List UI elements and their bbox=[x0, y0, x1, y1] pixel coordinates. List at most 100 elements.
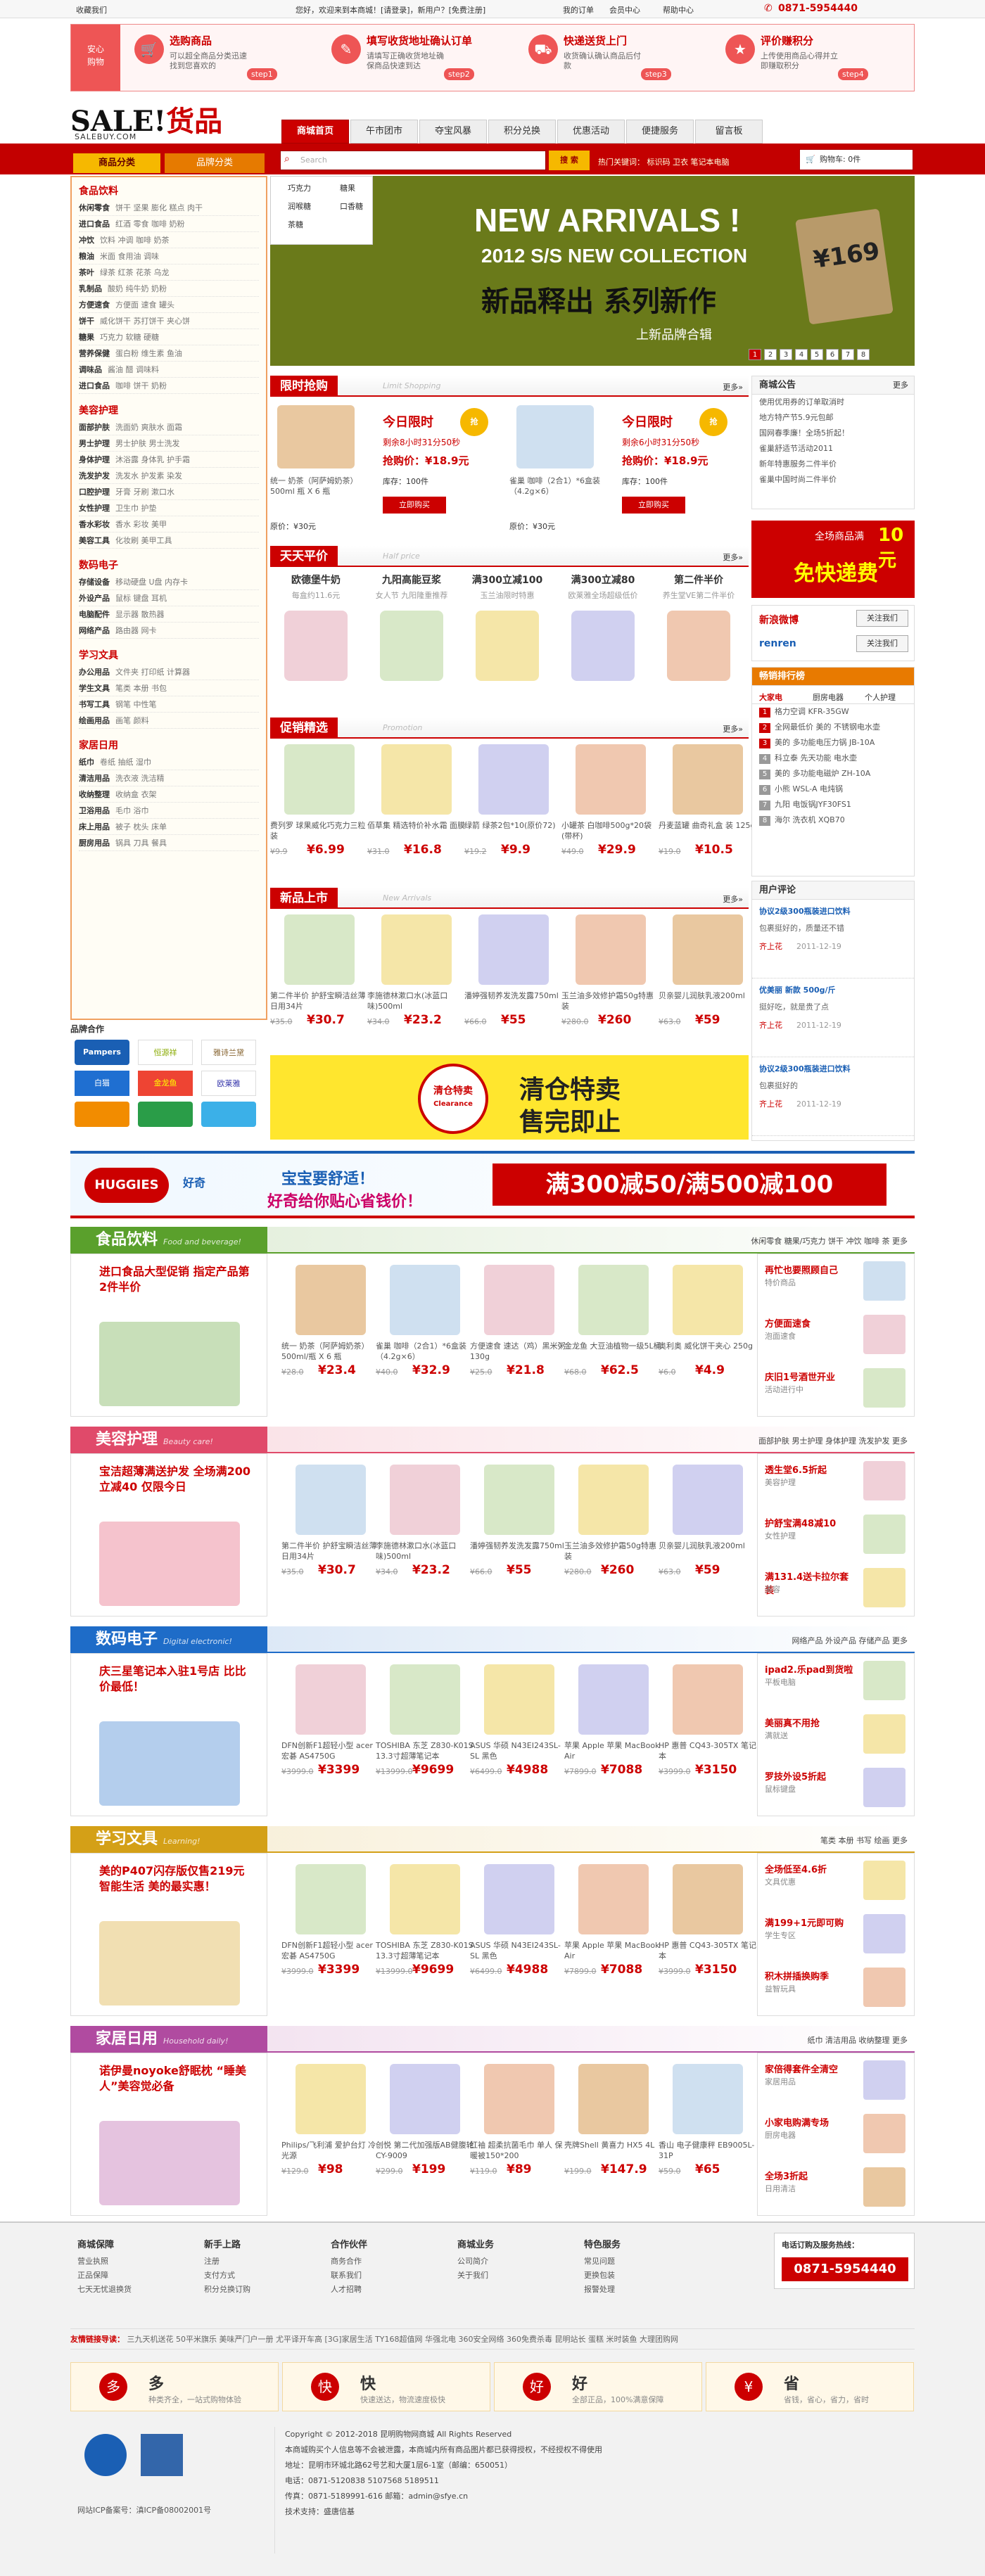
product-card[interactable]: 绿箭 绿茶2包*10(原价72) ¥19.2 ¥9.9 bbox=[464, 744, 563, 878]
product-image[interactable] bbox=[381, 744, 452, 815]
footer-link[interactable]: 积分兑换订购 bbox=[204, 2283, 317, 2297]
product-image[interactable] bbox=[576, 914, 646, 985]
side-promo[interactable]: 满199+1元即可购 学生专区 bbox=[765, 1911, 908, 1960]
category-row[interactable]: 书写工具 钢笔 中性笔 bbox=[79, 696, 259, 713]
brand-logo[interactable] bbox=[201, 1102, 256, 1127]
daily-deal[interactable]: 满300立减80 欧莱雅全场超级低价 bbox=[557, 570, 649, 710]
floor-tags[interactable]: 纸巾 清洁用品 收纳整理 更多 bbox=[808, 2034, 908, 2046]
notice-item[interactable]: 新年特惠服务二件半价 bbox=[752, 457, 914, 472]
category-row[interactable]: 床上用品 被子 枕头 床单 bbox=[79, 819, 259, 835]
product-image[interactable] bbox=[673, 2064, 743, 2134]
floor-promo[interactable]: 美的P407闪存版仅售219元 智能生活 美的最实惠！ bbox=[70, 1853, 267, 2016]
category-row[interactable]: 面部护肤 洗面奶 爽肤水 面霜 bbox=[79, 419, 259, 435]
product-image[interactable] bbox=[578, 1465, 649, 1535]
brand-logo[interactable]: 欧莱雅 bbox=[201, 1071, 256, 1096]
daily-deal[interactable]: 第二件半价 养生堂VE第二件半价 bbox=[653, 570, 744, 710]
side-promo[interactable]: 全场低至4.6折 文具优惠 bbox=[765, 1858, 908, 1907]
huggies-banner[interactable]: HUGGIES 好奇 宝宝要舒适！ 好奇给你贴心省钱价！ 满300减50/满50… bbox=[70, 1151, 915, 1218]
daily-deal[interactable]: 欧德堡牛奶 每盒约11.6元 bbox=[270, 570, 362, 710]
product-image[interactable] bbox=[673, 1864, 743, 1934]
ranking-item[interactable]: 7 九阳 电饭锅JYF30FS1 bbox=[752, 797, 914, 812]
product-card[interactable]: 丹麦蓝罐 曲奇礼盒 装 125g ¥19.0 ¥10.5 bbox=[659, 744, 757, 878]
banner-page-dot[interactable]: 5 bbox=[811, 349, 823, 360]
side-promo[interactable]: 小家电购满专场 厨房电器 bbox=[765, 2111, 908, 2160]
floor-tags[interactable]: 网络产品 外设产品 存储产品 更多 bbox=[792, 1635, 908, 1646]
product-card[interactable]: 苹果 Apple 苹果 MacBook Air ¥7899.0 ¥7088 bbox=[564, 1664, 663, 1798]
footer-link[interactable]: 正品保障 bbox=[77, 2269, 190, 2283]
brand-logo[interactable] bbox=[75, 1102, 129, 1127]
product-card[interactable]: HP 惠普 CQ43-305TX 笔记本 ¥3999.0 ¥3150 bbox=[659, 1664, 757, 1798]
product-card[interactable]: 玉兰油多效修护霜50g特惠装 ¥280.0 ¥260 bbox=[564, 1465, 663, 1598]
floor-title[interactable]: 食品饮料 Food and beverage! bbox=[70, 1227, 267, 1254]
daily-deal[interactable]: 满300立减100 玉兰油限时特惠 bbox=[462, 570, 553, 710]
follow-weibo-button[interactable]: 关注我们 bbox=[856, 610, 908, 627]
clearance-banner[interactable]: 清仓特卖 Clearance 清仓特卖 售完即止 bbox=[270, 1055, 749, 1140]
category-row[interactable]: 存储设备 移动硬盘 U盘 内存卡 bbox=[79, 574, 259, 590]
my-orders-link[interactable]: 我的订单 bbox=[563, 4, 594, 15]
footer-link[interactable]: 联系我们 bbox=[331, 2269, 443, 2283]
banner-page-dot[interactable]: 6 bbox=[826, 349, 839, 360]
product-card[interactable]: 统一 奶茶（阿萨姆奶茶）500ml/瓶 X 6 瓶 ¥28.0 ¥23.4 bbox=[281, 1265, 380, 1398]
side-promo[interactable]: 再忙也要照顾自己 特价商品 bbox=[765, 1258, 908, 1308]
notice-item[interactable]: 使用优用券的订单取消时 bbox=[752, 395, 914, 410]
free-shipping-banner[interactable]: 全场商品满 10元 免快递费 bbox=[751, 521, 915, 598]
ranking-item[interactable]: 2 全网最低价 美的 不锈钢电水壶 bbox=[752, 720, 914, 735]
category-row[interactable]: 糖果 巧克力 软糖 硬糖 bbox=[79, 329, 259, 345]
banner-page-dot[interactable]: 3 bbox=[780, 349, 792, 360]
product-card[interactable]: 金龙鱼 大豆油植物一级5L桶 ¥68.0 ¥62.5 bbox=[564, 1265, 663, 1398]
notice-item[interactable]: 雀巢中国时尚二件半价 bbox=[752, 472, 914, 487]
banner-page-dot[interactable]: 2 bbox=[764, 349, 777, 360]
tab-categories[interactable]: 商品分类 bbox=[73, 153, 160, 173]
footer-link[interactable]: 营业执照 bbox=[77, 2255, 190, 2269]
product-image[interactable] bbox=[390, 1864, 460, 1934]
footer-link[interactable]: 公司简介 bbox=[457, 2255, 570, 2269]
buy-now-button[interactable]: 立即购买 bbox=[383, 497, 446, 514]
brand-logo[interactable]: 白猫 bbox=[75, 1071, 129, 1096]
brand-logo[interactable]: 雅诗兰黛 bbox=[201, 1040, 256, 1065]
product-image[interactable] bbox=[296, 1664, 366, 1735]
nav-group-buy[interactable]: 午市团市 bbox=[350, 120, 418, 144]
product-image[interactable] bbox=[673, 1465, 743, 1535]
daily-deal[interactable]: 九阳高能豆浆 女人节 九阳隆重推荐 bbox=[366, 570, 457, 710]
category-row[interactable]: 方便速食 方便面 速食 罐头 bbox=[79, 297, 259, 313]
ranking-item[interactable]: 5 美的 多功能电磁炉 ZH-10A bbox=[752, 766, 914, 782]
floor-tags[interactable]: 休闲零食 糖果/巧克力 饼干 冲饮 咖啡 茶 更多 bbox=[751, 1235, 908, 1246]
category-row[interactable]: 进口食品 红酒 零食 咖啡 奶粉 bbox=[79, 216, 259, 232]
category-row[interactable]: 收纳整理 收纳盒 衣架 bbox=[79, 786, 259, 803]
ranking-item[interactable]: 8 海尔 洗衣机 XQB70 bbox=[752, 812, 914, 828]
brand-logo[interactable]: Pampers bbox=[75, 1040, 129, 1065]
nav-promotions[interactable]: 优惠活动 bbox=[557, 120, 625, 144]
product-card[interactable]: 奥利奥 威化饼干夹心 250g ¥6.0 ¥4.9 bbox=[659, 1265, 757, 1398]
notice-item[interactable]: 地方特产节5.9元包邮 bbox=[752, 410, 914, 426]
footer-link[interactable]: 人才招聘 bbox=[331, 2283, 443, 2297]
side-promo[interactable]: 罗技外设5折起 鼠标键盘 bbox=[765, 1765, 908, 1814]
footer-link[interactable]: 七天无忧退换货 bbox=[77, 2283, 190, 2297]
search-input[interactable]: Search bbox=[280, 151, 546, 170]
product-image[interactable] bbox=[277, 405, 355, 468]
nav-guestbook[interactable]: 留言板 bbox=[695, 120, 763, 144]
ranking-item[interactable]: 4 科立泰 先天功能 电水壶 bbox=[752, 751, 914, 766]
brand-logo[interactable] bbox=[138, 1102, 193, 1127]
product-card[interactable]: 贝亲婴儿润肤乳液200ml ¥63.0 ¥59 bbox=[659, 914, 757, 1048]
floor-promo[interactable]: 进口食品大型促销 指定产品第2件半价 bbox=[70, 1254, 267, 1417]
product-image[interactable] bbox=[673, 1265, 743, 1335]
side-promo[interactable]: ipad2.乐pad到货啦 平板电脑 bbox=[765, 1658, 908, 1707]
category-row[interactable]: 外设产品 鼠标 键盘 耳机 bbox=[79, 590, 259, 606]
nav-treasure[interactable]: 夺宝风暴 bbox=[419, 120, 487, 144]
product-card[interactable]: TOSHIBA 东芝 Z830-K01S 13.3寸超薄笔记本 ¥13999.0 ¥… bbox=[376, 1864, 474, 1998]
category-group-title[interactable]: 美容护理 bbox=[79, 402, 259, 419]
ranking-item[interactable]: 3 美的 多功能电压力锅 JB-10A bbox=[752, 735, 914, 751]
side-promo[interactable]: 庆旧1号酒世开业 活动进行中 bbox=[765, 1365, 908, 1415]
category-row[interactable]: 电脑配件 显示器 散热器 bbox=[79, 606, 259, 623]
product-card[interactable]: 方便速食 速达（鸡）黑米粥 130g ¥25.0 ¥21.8 bbox=[470, 1265, 568, 1398]
notice-item[interactable]: 国网春季廉！全场5折起！ bbox=[752, 426, 914, 441]
floor-tags[interactable]: 面部护肤 男士护理 身体护理 洗发护发 更多 bbox=[758, 1435, 908, 1446]
footer-link[interactable]: 关于我们 bbox=[457, 2269, 570, 2283]
product-image[interactable] bbox=[390, 1265, 460, 1335]
category-row[interactable]: 男士护理 男士护肤 男士洗发 bbox=[79, 435, 259, 452]
footer-link[interactable]: 商务合作 bbox=[331, 2255, 443, 2269]
banner-page-dot[interactable]: 4 bbox=[795, 349, 808, 360]
product-card[interactable]: 李施德林漱口水(冰蓝口味)500ml ¥34.0 ¥23.2 bbox=[367, 914, 466, 1048]
category-row[interactable]: 冲饮 饮料 冲调 咖啡 奶茶 bbox=[79, 232, 259, 248]
ranking-tab[interactable]: 个人护理 bbox=[865, 691, 896, 703]
